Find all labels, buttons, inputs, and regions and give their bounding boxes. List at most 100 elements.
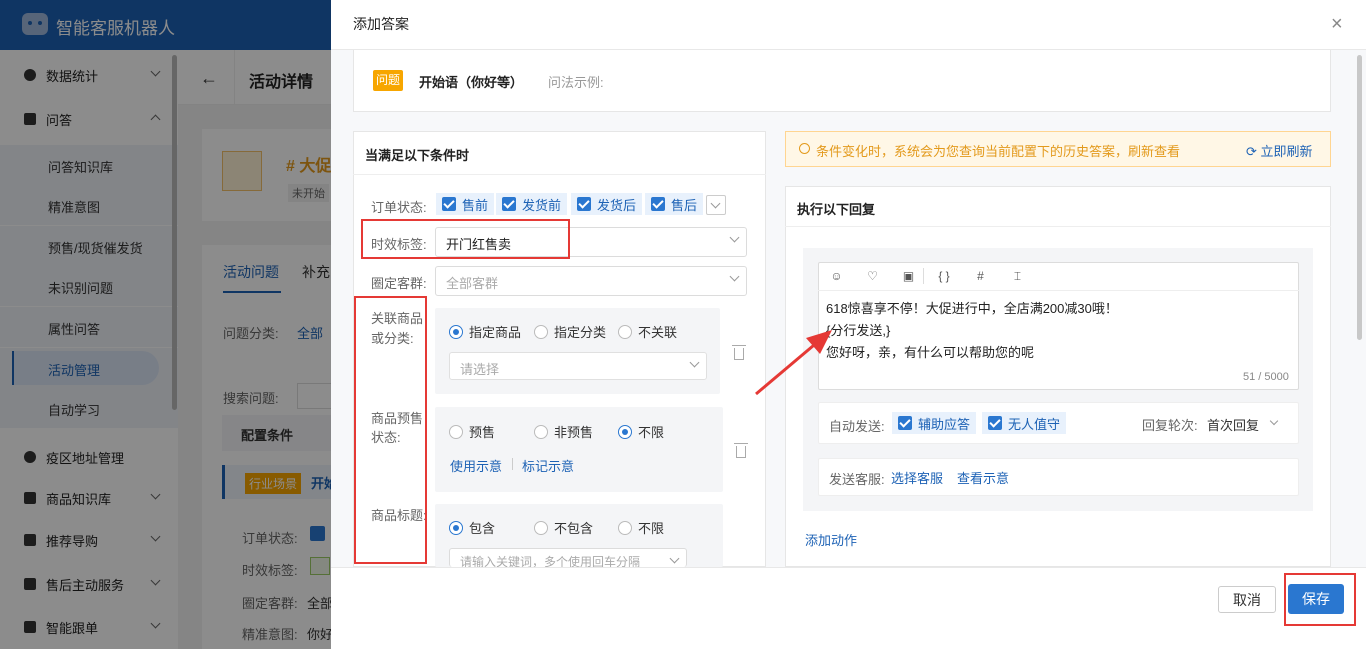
split-icon[interactable]: ⌶ <box>1011 270 1024 283</box>
checkbox-label: 发货前 <box>522 197 562 213</box>
radio-label: 包含 <box>469 521 496 536</box>
send-agent-label: 发送客服: <box>829 472 885 487</box>
checkbox-icon <box>651 197 665 211</box>
radio-title-unlimited[interactable]: 不限 <box>618 518 664 537</box>
divider <box>785 226 1331 227</box>
question-text: 开始语（你好等） <box>419 75 524 90</box>
product-select-placeholder: 请选择 <box>460 362 500 377</box>
customer-group-placeholder: 全部客群 <box>446 276 499 291</box>
radio-presale[interactable]: 预售 <box>449 422 495 441</box>
checkbox-icon <box>577 197 591 211</box>
char-counter: 51 / 5000 <box>1243 371 1289 383</box>
annotation-box-time-tag <box>361 219 570 259</box>
order-status-presale-checkbox[interactable]: 售前 <box>436 193 495 215</box>
notice-banner: 条件变化时，系统会为您查询当前配置下的历史答案，刷新查看 ⟳ 立即刷新 <box>785 131 1331 167</box>
order-status-aftersale-checkbox[interactable]: 售后 <box>645 193 704 215</box>
reply-round-select[interactable]: 首次回复 <box>1205 409 1285 437</box>
checkbox-icon <box>502 197 516 211</box>
refresh-label: 立即刷新 <box>1260 144 1313 159</box>
radio-icon <box>534 520 548 535</box>
refresh-link[interactable]: ⟳ 立即刷新 <box>1246 141 1313 160</box>
info-icon <box>799 143 810 154</box>
reply-line: 618惊喜享不停！大促进行中，全店满200减30哦！ <box>826 301 1118 316</box>
radio-specify-product[interactable]: 指定商品 <box>449 322 521 341</box>
product-group <box>435 308 720 394</box>
auto-send-unattended-checkbox[interactable]: 无人值守 <box>982 412 1067 434</box>
customer-group-label: 圈定客群: <box>371 276 427 291</box>
radio-non-presale[interactable]: 非预售 <box>534 422 593 441</box>
usage-example-link[interactable]: 使用示意 <box>450 456 502 475</box>
checkbox-label: 辅助应答 <box>918 416 971 432</box>
reply-title: 执行以下回复 <box>797 202 876 217</box>
view-example-link[interactable]: 查看示意 <box>957 468 1009 487</box>
radio-label: 非预售 <box>554 425 594 440</box>
keyword-input[interactable]: 请输入关键词，多个使用回车分隔 <box>449 548 687 567</box>
checkbox-icon <box>898 416 912 430</box>
select-agent-link[interactable]: 选择客服 <box>891 468 943 487</box>
annotation-box-save <box>1284 573 1356 626</box>
checkbox-label: 售后 <box>671 197 698 213</box>
add-action-link[interactable]: 添加动作 <box>805 530 857 549</box>
checkbox-label: 发货后 <box>597 197 637 213</box>
radio-presale-unlimited[interactable]: 不限 <box>618 422 664 441</box>
radio-label: 指定商品 <box>469 325 522 340</box>
customer-group-select[interactable]: 全部客群 <box>435 266 747 296</box>
radio-contains[interactable]: 包含 <box>449 518 495 537</box>
radio-icon <box>618 324 632 339</box>
notice-text: 条件变化时，系统会为您查询当前配置下的历史答案，刷新查看 <box>816 144 1181 159</box>
radio-label: 不限 <box>638 521 665 536</box>
product-select[interactable]: 请选择 <box>449 352 707 380</box>
annotation-box-labels <box>354 296 427 564</box>
order-status-after-ship-checkbox[interactable]: 发货后 <box>571 193 643 215</box>
cancel-button[interactable]: 取消 <box>1218 586 1276 613</box>
radio-label: 指定分类 <box>554 325 607 340</box>
radio-icon <box>618 520 632 535</box>
reply-round-label: 回复轮次: <box>1142 418 1198 433</box>
radio-icon <box>534 424 548 439</box>
radio-no-link[interactable]: 不关联 <box>618 322 677 341</box>
modal-footer <box>331 567 1366 649</box>
divider <box>512 458 513 470</box>
modal-overlay[interactable] <box>0 0 331 649</box>
radio-not-contains[interactable]: 不包含 <box>534 518 593 537</box>
editor-toolbar <box>818 262 1299 291</box>
auto-send-label: 自动发送: <box>829 419 885 434</box>
auto-send-assist-checkbox[interactable]: 辅助应答 <box>892 412 977 434</box>
checkbox-label: 无人值守 <box>1008 416 1061 432</box>
radio-label: 预售 <box>469 425 496 440</box>
modal-title: 添加答案 <box>353 16 409 32</box>
radio-specify-category[interactable]: 指定分类 <box>534 322 606 341</box>
image-icon[interactable]: ▣ <box>902 270 915 283</box>
question-hint: 问法示例: <box>548 75 604 90</box>
close-icon[interactable]: × <box>1331 14 1347 34</box>
question-tag: 问题 <box>373 70 403 91</box>
hash-icon[interactable]: # <box>974 270 987 283</box>
divider <box>923 268 924 284</box>
radio-icon <box>618 424 632 439</box>
annotation-arrow <box>755 330 832 396</box>
presale-group <box>435 407 723 492</box>
order-status-label: 订单状态: <box>371 200 427 215</box>
trash-icon[interactable] <box>734 443 748 458</box>
radio-label: 不限 <box>638 425 665 440</box>
checkbox-icon <box>988 416 1002 430</box>
radio-label: 不包含 <box>554 521 594 536</box>
order-status-expand-button[interactable] <box>706 195 726 215</box>
reply-line: 您好呀，亲，有什么可以帮助您的呢 <box>826 345 1035 360</box>
braces-icon[interactable]: { } <box>934 270 954 283</box>
emoji-icon[interactable]: ☺ <box>830 270 843 283</box>
radio-icon <box>449 520 463 535</box>
modal-scrollbar[interactable] <box>1357 55 1362 340</box>
order-status-before-ship-checkbox[interactable]: 发货前 <box>496 193 568 215</box>
radio-icon <box>534 324 548 339</box>
checkbox-label: 售前 <box>462 197 489 213</box>
radio-label: 不关联 <box>638 325 678 340</box>
checkbox-icon <box>442 197 456 211</box>
radio-icon <box>449 424 463 439</box>
chevron-down-icon <box>1269 416 1279 426</box>
tag-example-link[interactable]: 标记示意 <box>522 456 574 475</box>
heart-icon[interactable]: ♡ <box>866 270 879 283</box>
radio-icon <box>449 324 463 339</box>
keyword-placeholder: 请输入关键词，多个使用回车分隔 <box>460 555 641 567</box>
conditions-title: 当满足以下条件时 <box>365 148 470 163</box>
